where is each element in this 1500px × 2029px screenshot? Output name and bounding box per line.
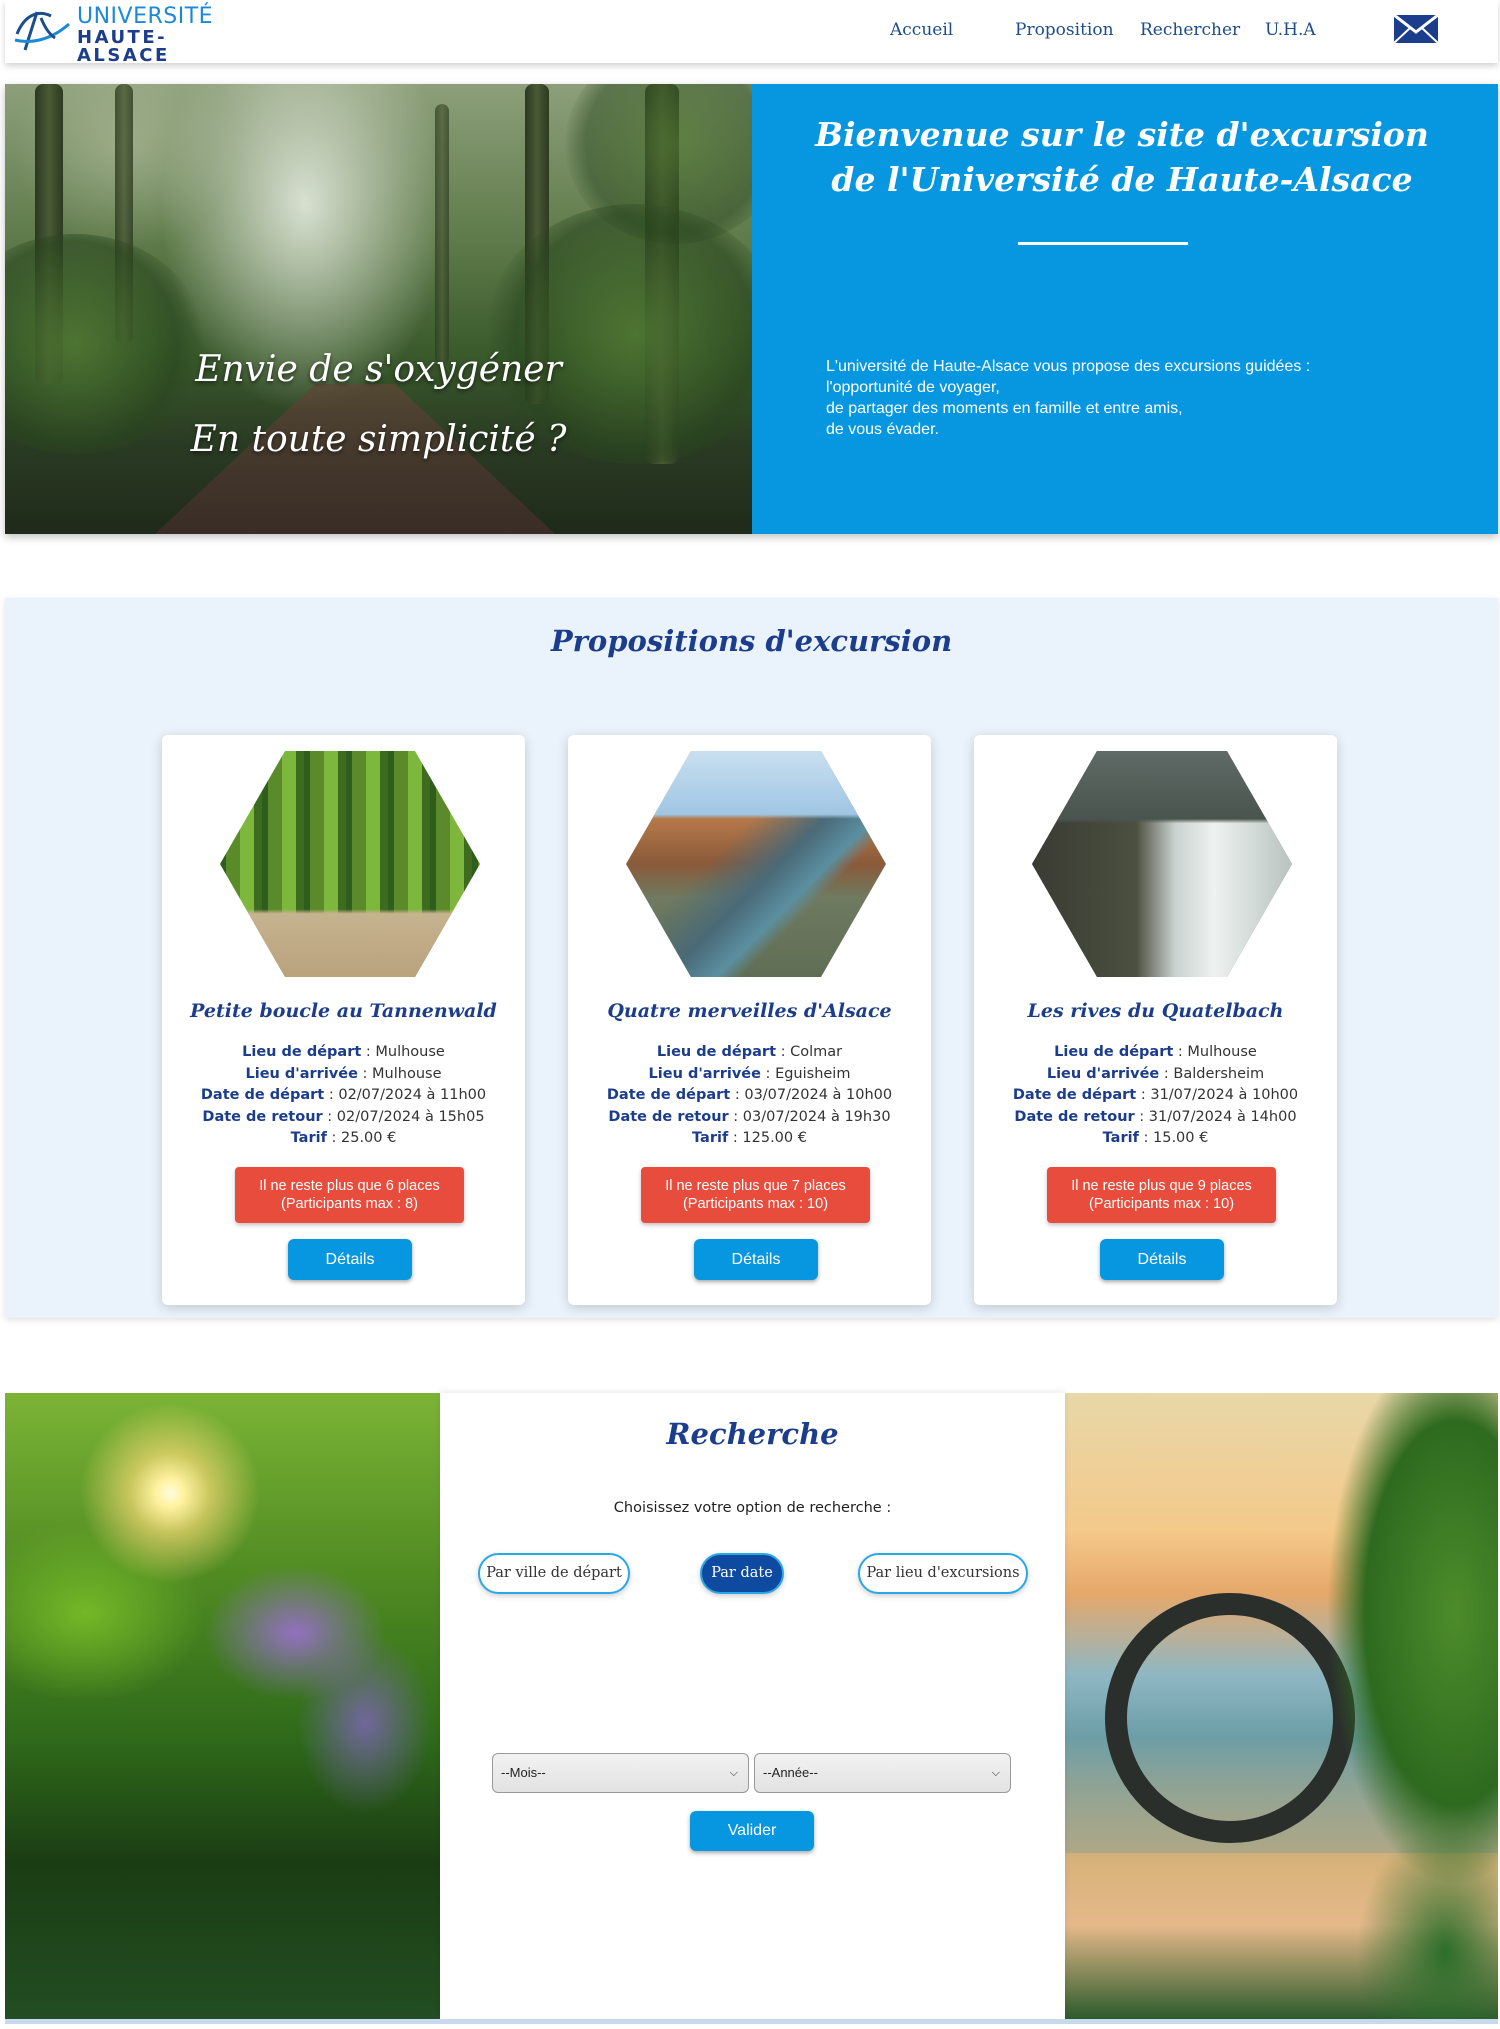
excursion-image (220, 751, 480, 977)
search-prompt: Choisissez votre option de recherche : (613, 1500, 892, 1516)
value-arrivee: Mulhouse (372, 1065, 442, 1082)
nav-link-proposition[interactable]: Proposition (1015, 20, 1114, 40)
hero-description-line: l'opportunité de voyager, (826, 379, 1000, 396)
search-left-image (5, 1393, 440, 2019)
hero-quote-line2: En toute simplicité ? (190, 419, 567, 460)
value-tarif: 25.00 € (341, 1130, 397, 1146)
mail-icon[interactable] (1393, 14, 1439, 44)
label-date-depart: Date de départ (1012, 1087, 1137, 1103)
propositions-title: Propositions d'excursion (550, 624, 953, 658)
chevron-down-icon: ⌵ (991, 1767, 1000, 1779)
label-date-retour: Date de retour (608, 1108, 729, 1125)
hero-quote-line1: Envie de s'oxygéner (195, 349, 562, 390)
excursion-info: Lieu de départ : Mulhouse Lieu d'arrivée… (200, 1044, 487, 1146)
excursion-info: Lieu de départ : Colmar Lieu d'arrivée :… (606, 1044, 893, 1146)
value-date-retour: 03/07/2024 à 19h30 (742, 1108, 891, 1125)
nav-link-rechercher[interactable]: Rechercher (1140, 20, 1240, 40)
hero-description-line: L'université de Haute-Alsace vous propos… (826, 358, 1311, 375)
value-arrivee: Eguisheim (775, 1065, 851, 1082)
option-date-button[interactable]: Par date (700, 1553, 784, 1594)
excursion-card: Petite boucle au Tannenwald Lieu de dépa… (162, 735, 525, 1305)
label-date-depart: Date de départ (200, 1087, 325, 1103)
details-button[interactable]: Détails (694, 1239, 818, 1280)
places-line1: Il ne reste plus que 9 places (1071, 1178, 1252, 1194)
hero-welcome-panel: Bienvenue sur le site d'excursion de l'U… (752, 84, 1498, 534)
places-remaining-badge: Il ne reste plus que 9 places (Participa… (1047, 1167, 1276, 1223)
month-select[interactable]: --Mois-- ⌵ (492, 1753, 749, 1793)
value-tarif: 125.00 € (742, 1130, 807, 1146)
search-right-image (1065, 1393, 1498, 2019)
value-date-depart: 31/07/2024 à 10h00 (1150, 1087, 1299, 1103)
nav-link-accueil[interactable]: Accueil (890, 20, 953, 40)
details-button[interactable]: Détails (1100, 1239, 1224, 1280)
excursion-image (1032, 751, 1292, 977)
footer-divider (5, 2019, 1498, 2024)
search-panel: Recherche Choisissez votre option de rec… (440, 1393, 1065, 2019)
value-date-retour: 02/07/2024 à 15h05 (336, 1108, 485, 1125)
excursion-card: Les rives du Quatelbach Lieu de départ :… (974, 735, 1337, 1305)
value-arrivee: Baldersheim (1173, 1065, 1265, 1082)
hero-divider (1018, 242, 1188, 245)
logo-line2: HAUTE-ALSACE (77, 27, 170, 66)
hero-forest-image: Envie de s'oxygéner En toute simplicité … (5, 84, 752, 534)
label-date-retour: Date de retour (1014, 1108, 1135, 1125)
option-lieu-excursions-button[interactable]: Par lieu d'excursions (858, 1553, 1028, 1594)
label-arrivee: Lieu d'arrivée (245, 1065, 358, 1082)
places-line1: Il ne reste plus que 6 places (259, 1178, 440, 1194)
places-line2: (Participants max : 10) (682, 1196, 829, 1212)
label-arrivee: Lieu d'arrivée (1046, 1065, 1160, 1082)
excursion-card: Quatre merveilles d'Alsace Lieu de dépar… (568, 735, 931, 1305)
option-ville-depart-button[interactable]: Par ville de départ (478, 1553, 630, 1594)
value-tarif: 15.00 € (1153, 1130, 1209, 1146)
nav-link-uha[interactable]: U.H.A (1265, 20, 1316, 40)
label-tarif: Tarif (692, 1130, 729, 1146)
excursion-image (626, 751, 886, 977)
chevron-down-icon: ⌵ (729, 1767, 738, 1779)
label-date-retour: Date de retour (202, 1108, 323, 1125)
label-tarif: Tarif (1102, 1130, 1139, 1146)
propositions-section: Propositions d'excursion Petite boucle a… (5, 598, 1498, 1318)
hero-section: Envie de s'oxygéner En toute simplicité … (5, 84, 1498, 534)
places-line2: (Participants max : 10) (1088, 1196, 1235, 1212)
hero-title: Bienvenue sur le site d'excursion de l'U… (815, 115, 1429, 199)
excursion-title: Quatre merveilles d'Alsace (607, 1000, 892, 1022)
month-select-value: --Mois-- (501, 1765, 546, 1780)
value-date-retour: 31/07/2024 à 14h00 (1148, 1108, 1297, 1125)
places-remaining-badge: Il ne reste plus que 7 places (Participa… (641, 1167, 870, 1223)
uha-logo-icon (14, 11, 70, 51)
logo-line1: UNIVERSITÉ (77, 4, 214, 29)
year-select-value: --Année-- (763, 1765, 818, 1780)
hero-description: L'université de Haute-Alsace vous propos… (826, 356, 1426, 440)
label-arrivee: Lieu d'arrivée (648, 1065, 761, 1082)
label-tarif: Tarif (290, 1130, 327, 1146)
search-title: Recherche (666, 1417, 839, 1451)
value-depart: Mulhouse (1187, 1044, 1257, 1060)
excursion-title: Petite boucle au Tannenwald (190, 1000, 497, 1022)
label-depart: Lieu de départ (242, 1044, 362, 1060)
uha-logo[interactable]: UNIVERSITÉ HAUTE-ALSACE (11, 4, 241, 65)
places-remaining-badge: Il ne reste plus que 6 places (Participa… (235, 1167, 464, 1223)
details-button[interactable]: Détails (288, 1239, 412, 1280)
hero-description-line: de vous évader. (826, 421, 939, 438)
excursion-info: Lieu de départ : Mulhouse Lieu d'arrivée… (1012, 1044, 1299, 1146)
year-select[interactable]: --Année-- ⌵ (754, 1753, 1011, 1793)
value-depart: Colmar (790, 1044, 843, 1060)
excursion-title: Les rives du Quatelbach (1027, 1000, 1284, 1022)
value-date-depart: 02/07/2024 à 11h00 (338, 1087, 487, 1103)
label-depart: Lieu de départ (656, 1044, 777, 1060)
label-date-depart: Date de départ (606, 1087, 731, 1103)
search-section: Recherche Choisissez votre option de rec… (5, 1393, 1498, 2019)
valider-button[interactable]: Valider (690, 1811, 814, 1851)
places-line1: Il ne reste plus que 7 places (665, 1178, 846, 1194)
value-depart: Mulhouse (375, 1044, 445, 1060)
value-date-depart: 03/07/2024 à 10h00 (744, 1087, 893, 1103)
label-depart: Lieu de départ (1054, 1044, 1174, 1060)
hero-description-line: de partager des moments en famille et en… (826, 400, 1183, 417)
places-line2: (Participants max : 8) (281, 1196, 418, 1212)
navbar: UNIVERSITÉ HAUTE-ALSACE Accueil Proposit… (5, 0, 1498, 65)
